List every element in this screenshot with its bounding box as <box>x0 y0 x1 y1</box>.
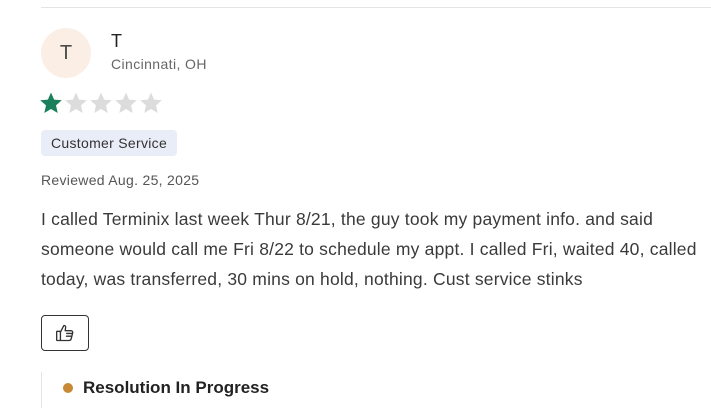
review-date: Reviewed Aug. 25, 2025 <box>41 172 200 188</box>
star-empty-icon <box>115 92 137 113</box>
category-badge: Customer Service <box>41 130 178 156</box>
thumbs-up-icon <box>56 324 74 342</box>
status-dot-icon <box>63 383 73 393</box>
avatar: T <box>41 28 91 78</box>
review-text: I called Terminix last week Thur 8/21, t… <box>41 209 697 289</box>
star-empty-icon <box>65 92 87 113</box>
star-empty-icon <box>90 92 112 113</box>
resolution-status-label: Resolution In Progress <box>83 378 270 397</box>
star-filled-icon <box>40 92 62 113</box>
resolution-status: Resolution In Progress <box>41 372 269 408</box>
helpful-button[interactable] <box>41 315 89 351</box>
top-divider <box>41 7 711 8</box>
avatar-initial: T <box>59 41 73 64</box>
star-empty-icon <box>140 92 162 113</box>
reviewer-location: Cincinnati, OH <box>111 56 207 72</box>
star-rating <box>39 90 163 116</box>
reviewer-name: T <box>111 31 122 51</box>
